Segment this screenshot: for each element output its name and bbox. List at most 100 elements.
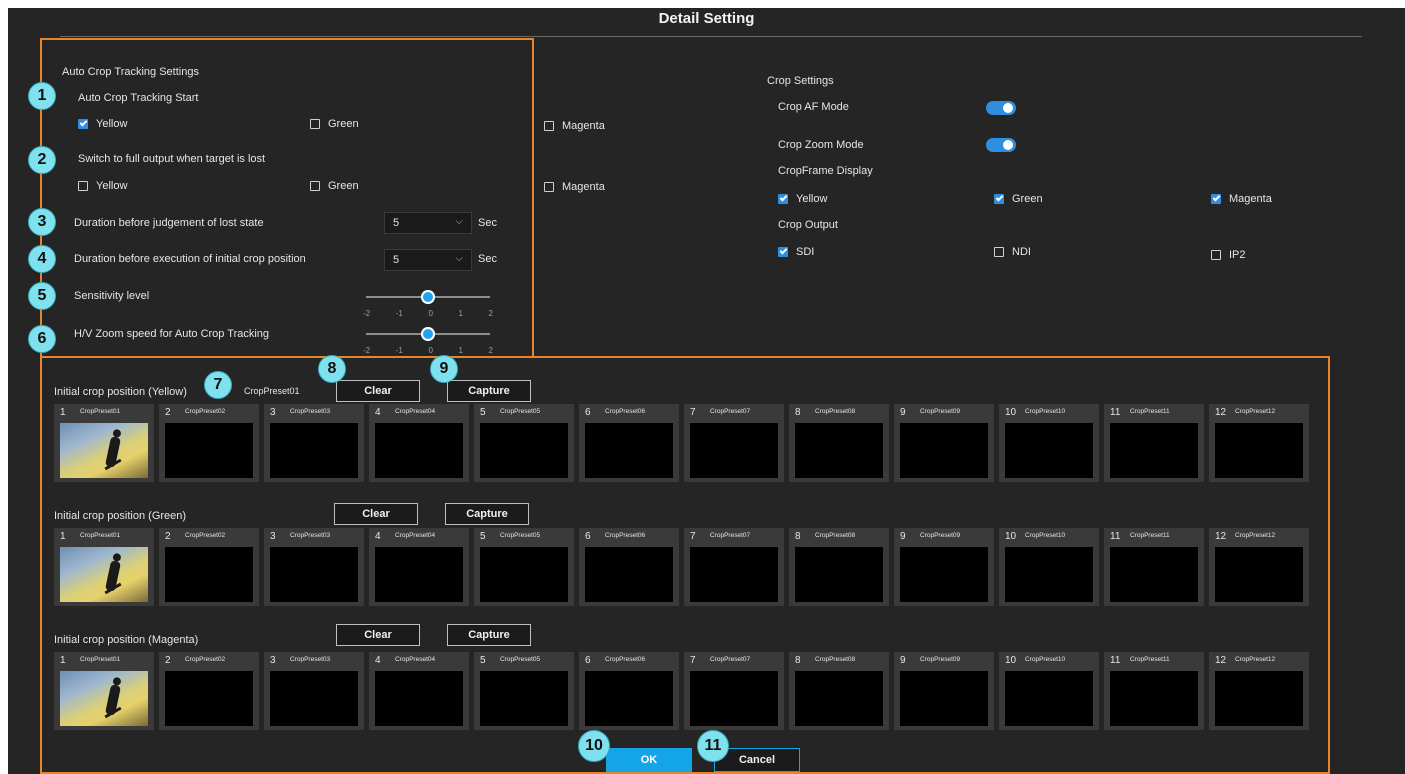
magenta-capture-button[interactable]: Capture bbox=[447, 624, 531, 646]
frame-yellow-checkbox[interactable]: Yellow bbox=[778, 193, 827, 205]
yellow-capture-button[interactable]: Capture bbox=[447, 380, 531, 402]
preset-name: CropPreset10 bbox=[1025, 532, 1066, 539]
lost-duration-select[interactable]: 5 ⌵ bbox=[384, 212, 472, 234]
preset-tile[interactable]: 7 CropPreset07 bbox=[684, 528, 784, 606]
callout-badge-2: 2 bbox=[28, 146, 56, 174]
preset-number: 5 bbox=[480, 531, 486, 542]
slider-handle[interactable] bbox=[421, 290, 435, 304]
start-green-checkbox[interactable]: Green bbox=[310, 118, 359, 130]
crop-af-mode-toggle[interactable] bbox=[986, 101, 1016, 115]
green-clear-button[interactable]: Clear bbox=[334, 503, 418, 525]
preset-tile[interactable]: 12 CropPreset12 bbox=[1209, 652, 1309, 730]
preset-tile[interactable]: 8 CropPreset08 bbox=[789, 528, 889, 606]
preset-name: CropPreset02 bbox=[185, 656, 226, 663]
crop-zoom-mode-label: Crop Zoom Mode bbox=[778, 139, 864, 151]
preset-name: CropPreset07 bbox=[710, 532, 751, 539]
preset-tile[interactable]: 5 CropPreset05 bbox=[474, 652, 574, 730]
preset-tile[interactable]: 11 CropPreset11 bbox=[1104, 404, 1204, 482]
preset-tile[interactable]: 2 CropPreset02 bbox=[159, 404, 259, 482]
preset-tile[interactable]: 8 CropPreset08 bbox=[789, 404, 889, 482]
yellow-position-label: Initial crop position (Yellow) bbox=[54, 386, 187, 398]
preset-number: 5 bbox=[480, 407, 486, 418]
preset-tile[interactable]: 3 CropPreset03 bbox=[264, 528, 364, 606]
preset-thumbnail-image bbox=[60, 547, 148, 602]
preset-tile[interactable]: 3 CropPreset03 bbox=[264, 404, 364, 482]
preset-tile[interactable]: 7 CropPreset07 bbox=[684, 404, 784, 482]
preset-tile[interactable]: 7 CropPreset07 bbox=[684, 652, 784, 730]
preset-number: 8 bbox=[795, 655, 801, 666]
preset-thumbnail-empty bbox=[900, 547, 988, 602]
preset-tile[interactable]: 2 CropPreset02 bbox=[159, 528, 259, 606]
preset-tile[interactable]: 6 CropPreset06 bbox=[579, 528, 679, 606]
preset-tile[interactable]: 9 CropPreset09 bbox=[894, 652, 994, 730]
initial-duration-select[interactable]: 5 ⌵ bbox=[384, 249, 472, 271]
preset-thumbnail-empty bbox=[480, 423, 568, 478]
preset-number: 6 bbox=[585, 655, 591, 666]
preset-thumbnail-empty bbox=[165, 671, 253, 726]
preset-thumbnail-empty bbox=[1005, 671, 1093, 726]
preset-thumbnail-image bbox=[60, 423, 148, 478]
preset-tile[interactable]: 12 CropPreset12 bbox=[1209, 404, 1309, 482]
preset-tile[interactable]: 1 CropPreset01 bbox=[54, 404, 154, 482]
start-yellow-checkbox[interactable]: Yellow bbox=[78, 118, 127, 130]
preset-tile[interactable]: 6 CropPreset06 bbox=[579, 404, 679, 482]
preset-tile[interactable]: 6 CropPreset06 bbox=[579, 652, 679, 730]
preset-tile[interactable]: 11 CropPreset11 bbox=[1104, 652, 1204, 730]
sensitivity-slider[interactable] bbox=[366, 290, 490, 304]
switch-green-checkbox[interactable]: Green bbox=[310, 180, 359, 192]
sensitivity-ticks: -2 -1 0 1 2 bbox=[363, 309, 493, 318]
preset-tile[interactable]: 8 CropPreset08 bbox=[789, 652, 889, 730]
frame-magenta-checkbox[interactable]: Magenta bbox=[1211, 193, 1272, 205]
preset-tile[interactable]: 3 CropPreset03 bbox=[264, 652, 364, 730]
preset-tile[interactable]: 5 CropPreset05 bbox=[474, 404, 574, 482]
preset-tile[interactable]: 9 CropPreset09 bbox=[894, 528, 994, 606]
output-ndi-checkbox[interactable]: NDI bbox=[994, 246, 1031, 258]
preset-name: CropPreset04 bbox=[395, 532, 436, 539]
preset-tile[interactable]: 1 CropPreset01 bbox=[54, 652, 154, 730]
green-capture-button[interactable]: Capture bbox=[445, 503, 529, 525]
yellow-clear-button[interactable]: Clear bbox=[336, 380, 420, 402]
preset-tile[interactable]: 11 CropPreset11 bbox=[1104, 528, 1204, 606]
preset-name: CropPreset01 bbox=[80, 532, 121, 539]
checkbox-unchecked-icon bbox=[994, 247, 1004, 257]
crop-af-mode-label: Crop AF Mode bbox=[778, 101, 849, 113]
yellow-selected-preset: CropPreset01 bbox=[244, 386, 300, 396]
lost-duration-unit: Sec bbox=[478, 217, 497, 229]
crop-zoom-mode-toggle[interactable] bbox=[986, 138, 1016, 152]
preset-number: 5 bbox=[480, 655, 486, 666]
preset-tile[interactable]: 1 CropPreset01 bbox=[54, 528, 154, 606]
output-ip2-checkbox[interactable]: IP2 bbox=[1211, 249, 1246, 261]
preset-tile[interactable]: 4 CropPreset04 bbox=[369, 652, 469, 730]
preset-name: CropPreset11 bbox=[1130, 656, 1170, 663]
ok-button[interactable]: OK bbox=[606, 748, 692, 772]
zoom-speed-slider[interactable] bbox=[366, 327, 490, 341]
output-sdi-checkbox[interactable]: SDI bbox=[778, 246, 814, 258]
preset-tile[interactable]: 9 CropPreset09 bbox=[894, 404, 994, 482]
preset-number: 4 bbox=[375, 407, 381, 418]
slider-handle[interactable] bbox=[421, 327, 435, 341]
preset-tile[interactable]: 10 CropPreset10 bbox=[999, 404, 1099, 482]
preset-tile[interactable]: 5 CropPreset05 bbox=[474, 528, 574, 606]
preset-number: 4 bbox=[375, 531, 381, 542]
preset-thumbnail-empty bbox=[270, 671, 358, 726]
preset-name: CropPreset08 bbox=[815, 656, 856, 663]
preset-tile[interactable]: 2 CropPreset02 bbox=[159, 652, 259, 730]
start-magenta-checkbox[interactable]: Magenta bbox=[544, 120, 605, 132]
preset-number: 10 bbox=[1005, 531, 1017, 542]
preset-tile[interactable]: 4 CropPreset04 bbox=[369, 404, 469, 482]
switch-yellow-checkbox[interactable]: Yellow bbox=[78, 180, 127, 192]
checkbox-checked-icon bbox=[778, 194, 788, 204]
yellow-preset-row: 1 CropPreset01 2 CropPreset02 3 CropPreset03 4… bbox=[54, 404, 1309, 482]
preset-number: 11 bbox=[1110, 655, 1121, 666]
preset-name: CropPreset05 bbox=[500, 408, 541, 415]
preset-tile[interactable]: 4 CropPreset04 bbox=[369, 528, 469, 606]
magenta-clear-button[interactable]: Clear bbox=[336, 624, 420, 646]
preset-tile[interactable]: 10 CropPreset10 bbox=[999, 528, 1099, 606]
preset-tile[interactable]: 10 CropPreset10 bbox=[999, 652, 1099, 730]
frame-green-checkbox[interactable]: Green bbox=[994, 193, 1043, 205]
preset-number: 3 bbox=[270, 655, 276, 666]
preset-name: CropPreset07 bbox=[710, 408, 751, 415]
switch-magenta-checkbox[interactable]: Magenta bbox=[544, 181, 605, 193]
preset-tile[interactable]: 12 CropPreset12 bbox=[1209, 528, 1309, 606]
callout-badge-3: 3 bbox=[28, 208, 56, 236]
